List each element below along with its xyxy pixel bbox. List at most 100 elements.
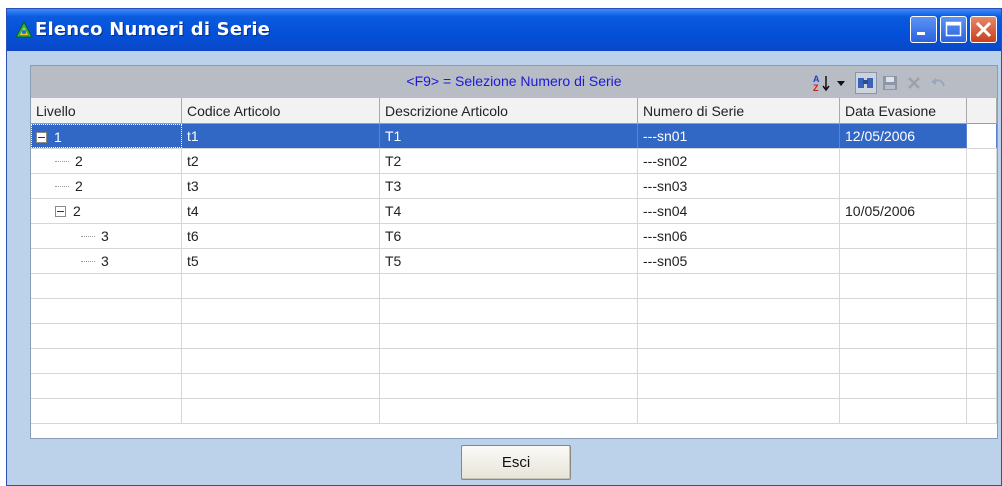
cell-descrizione-articolo[interactable] bbox=[380, 399, 638, 423]
table-row[interactable]: 3 t6 T6 ---sn06 bbox=[31, 224, 997, 249]
save-icon bbox=[883, 76, 897, 90]
cell-codice-articolo[interactable]: t5 bbox=[182, 249, 380, 273]
cell-descrizione-articolo[interactable]: T4 bbox=[380, 199, 638, 223]
exit-button[interactable]: Esci bbox=[461, 445, 571, 480]
cell-data-evasione[interactable] bbox=[840, 324, 967, 348]
cell-descrizione-articolo[interactable]: T2 bbox=[380, 149, 638, 173]
cell-descrizione-articolo[interactable]: T1 bbox=[380, 124, 638, 148]
cell-livello[interactable] bbox=[31, 399, 182, 423]
cell-livello[interactable] bbox=[31, 324, 182, 348]
collapse-toggle-icon[interactable] bbox=[55, 205, 66, 217]
collapse-toggle-icon[interactable] bbox=[36, 131, 47, 143]
cell-numero-di-serie[interactable]: ---sn04 bbox=[638, 199, 840, 223]
cell-descrizione-articolo[interactable]: T6 bbox=[380, 224, 638, 248]
serial-numbers-grid: <F9> = Selezione Numero di Serie A Z Liv… bbox=[30, 65, 998, 439]
cell-data-evasione[interactable] bbox=[840, 149, 967, 173]
cell-codice-articolo[interactable] bbox=[182, 349, 380, 373]
cell-livello[interactable]: 3 bbox=[31, 249, 182, 273]
column-header-livello[interactable]: Livello bbox=[31, 98, 182, 124]
cell-numero-di-serie[interactable]: ---sn06 bbox=[638, 224, 840, 248]
cell-data-evasione[interactable] bbox=[840, 224, 967, 248]
cell-numero-di-serie[interactable] bbox=[638, 274, 840, 298]
cell-filler bbox=[967, 374, 997, 398]
cell-data-evasione[interactable] bbox=[840, 399, 967, 423]
cell-numero-di-serie[interactable] bbox=[638, 324, 840, 348]
cell-numero-di-serie[interactable] bbox=[638, 399, 840, 423]
cell-numero-di-serie[interactable] bbox=[638, 299, 840, 323]
cell-data-evasione[interactable]: 10/05/2006 bbox=[840, 199, 967, 223]
undo-icon bbox=[931, 78, 945, 87]
cell-livello[interactable] bbox=[31, 274, 182, 298]
cell-numero-di-serie[interactable]: ---sn01 bbox=[638, 124, 840, 148]
empty-table-row[interactable] bbox=[31, 299, 997, 324]
minimize-button[interactable] bbox=[910, 16, 937, 43]
cell-numero-di-serie[interactable]: ---sn03 bbox=[638, 174, 840, 198]
sort-dropdown-button[interactable] bbox=[835, 72, 847, 94]
cell-livello[interactable] bbox=[31, 349, 182, 373]
cell-descrizione-articolo[interactable] bbox=[380, 374, 638, 398]
sort-button[interactable]: A Z bbox=[811, 72, 833, 94]
grid-header-row: Livello Codice Articolo Descrizione Arti… bbox=[31, 98, 997, 124]
title-bar[interactable]: Elenco Numeri di Serie bbox=[7, 9, 1001, 51]
cell-data-evasione[interactable] bbox=[840, 174, 967, 198]
cell-codice-articolo[interactable] bbox=[182, 374, 380, 398]
level-value: 2 bbox=[73, 203, 81, 219]
find-button[interactable] bbox=[855, 72, 877, 94]
cell-descrizione-articolo[interactable] bbox=[380, 274, 638, 298]
cell-numero-di-serie[interactable] bbox=[638, 374, 840, 398]
table-row[interactable]: 2 t3 T3 ---sn03 bbox=[31, 174, 997, 199]
cell-data-evasione[interactable] bbox=[840, 349, 967, 373]
save-button[interactable] bbox=[879, 72, 901, 94]
cell-numero-di-serie[interactable] bbox=[638, 349, 840, 373]
cell-codice-articolo[interactable]: t3 bbox=[182, 174, 380, 198]
table-row[interactable]: 3 t5 T5 ---sn05 bbox=[31, 249, 997, 274]
cell-data-evasione[interactable] bbox=[840, 374, 967, 398]
cell-codice-articolo[interactable]: t4 bbox=[182, 199, 380, 223]
cell-codice-articolo[interactable]: t2 bbox=[182, 149, 380, 173]
empty-table-row[interactable] bbox=[31, 349, 997, 374]
column-header-descrizione-articolo[interactable]: Descrizione Articolo bbox=[380, 98, 638, 124]
cell-data-evasione[interactable]: 12/05/2006 bbox=[840, 124, 967, 148]
column-header-numero-di-serie[interactable]: Numero di Serie bbox=[638, 98, 840, 124]
cell-data-evasione[interactable] bbox=[840, 249, 967, 273]
cell-descrizione-articolo[interactable] bbox=[380, 299, 638, 323]
cell-descrizione-articolo[interactable] bbox=[380, 324, 638, 348]
column-header-data-evasione[interactable]: Data Evasione bbox=[840, 98, 967, 124]
column-header-codice-articolo[interactable]: Codice Articolo bbox=[182, 98, 380, 124]
delete-button[interactable] bbox=[903, 72, 925, 94]
table-row[interactable]: 1 t1 T1 ---sn01 12/05/2006 bbox=[31, 124, 997, 149]
cell-codice-articolo[interactable]: t6 bbox=[182, 224, 380, 248]
cell-data-evasione[interactable] bbox=[840, 274, 967, 298]
cell-codice-articolo[interactable] bbox=[182, 399, 380, 423]
cell-livello[interactable]: 2 bbox=[31, 149, 182, 173]
cell-descrizione-articolo[interactable]: T3 bbox=[380, 174, 638, 198]
cell-livello[interactable]: 1 bbox=[31, 124, 182, 148]
cell-livello[interactable] bbox=[31, 299, 182, 323]
cell-descrizione-articolo[interactable] bbox=[380, 349, 638, 373]
table-row[interactable]: 2 t2 T2 ---sn02 bbox=[31, 149, 997, 174]
cell-numero-di-serie[interactable]: ---sn02 bbox=[638, 149, 840, 173]
cell-livello[interactable]: 2 bbox=[31, 174, 182, 198]
cell-livello[interactable]: 2 bbox=[31, 199, 182, 223]
empty-table-row[interactable] bbox=[31, 274, 997, 299]
cell-filler bbox=[967, 174, 997, 198]
undo-button[interactable] bbox=[927, 72, 949, 94]
empty-table-row[interactable] bbox=[31, 399, 997, 424]
cell-codice-articolo[interactable] bbox=[182, 274, 380, 298]
empty-table-row[interactable] bbox=[31, 324, 997, 349]
cell-livello[interactable]: 3 bbox=[31, 224, 182, 248]
cell-numero-di-serie[interactable]: ---sn05 bbox=[638, 249, 840, 273]
grid-body: 1 t1 T1 ---sn01 12/05/2006 2 t2 T2 ---sn02 2 t3 T3-… bbox=[31, 124, 997, 438]
cell-descrizione-articolo[interactable]: T5 bbox=[380, 249, 638, 273]
cell-codice-articolo[interactable] bbox=[182, 299, 380, 323]
cell-filler bbox=[967, 399, 997, 423]
table-row[interactable]: 2 t4 T4 ---sn04 10/05/2006 bbox=[31, 199, 997, 224]
cell-data-evasione[interactable] bbox=[840, 299, 967, 323]
close-button[interactable] bbox=[970, 16, 997, 43]
empty-table-row[interactable] bbox=[31, 374, 997, 399]
delete-icon bbox=[908, 77, 920, 89]
maximize-button[interactable] bbox=[940, 16, 967, 43]
cell-livello[interactable] bbox=[31, 374, 182, 398]
cell-codice-articolo[interactable]: t1 bbox=[182, 124, 380, 148]
cell-codice-articolo[interactable] bbox=[182, 324, 380, 348]
